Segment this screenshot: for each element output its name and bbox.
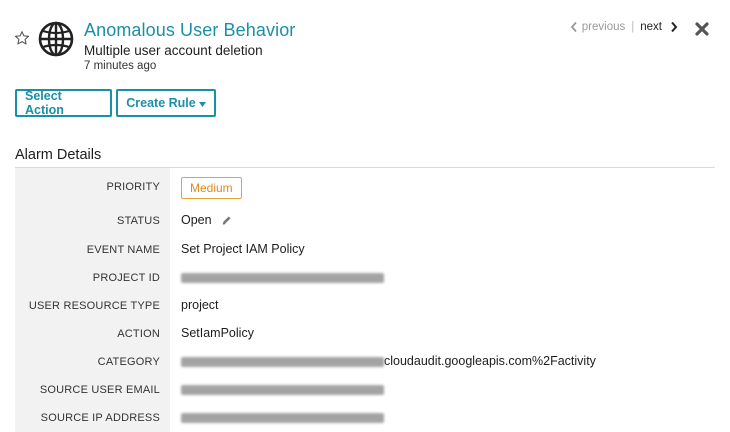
redacted-value [181,272,384,283]
priority-badge: Medium [181,177,242,199]
select-action-label: Select Action [25,89,64,117]
source-user-email-value [181,382,384,396]
next-link[interactable]: next [640,21,678,33]
priority-label: PRIORITY [106,181,160,193]
previous-label: previous [581,21,626,33]
alarm-subtitle: Multiple user account deletion [84,43,263,58]
caret-down-icon [198,102,206,107]
status-text: Open [181,213,212,227]
alarm-details-table: PRIORITY Medium STATUS Open EVENT NAME S… [15,168,715,432]
detail-row-project-id: PROJECT ID [15,263,715,291]
status-value: Open [181,213,232,227]
event-name-label: EVENT NAME [86,244,160,256]
detail-row-user-resource-type: USER RESOURCE TYPE project [15,291,715,319]
project-id-label: PROJECT ID [92,272,160,284]
detail-row-event-name: EVENT NAME Set Project IAM Policy [15,235,715,263]
detail-row-category: CATEGORY cloudaudit.googleapis.com%2Fact… [15,347,715,375]
alarm-detail-panel: Anomalous User Behavior Multiple user ac… [0,0,730,432]
globe-icon [38,21,74,57]
detail-row-priority: PRIORITY Medium [15,172,715,200]
category-label: CATEGORY [97,356,160,368]
chevron-right-icon [671,21,678,33]
detail-row-action: ACTION SetIamPolicy [15,319,715,347]
user-resource-type-value: project [181,298,219,312]
previous-link[interactable]: previous [570,21,625,33]
alarm-timestamp: 7 minutes ago [84,60,157,72]
detail-row-source-user-email: SOURCE USER EMAIL [15,375,715,403]
detail-row-status: STATUS Open [15,206,715,234]
pencil-icon[interactable] [221,215,232,226]
action-value: SetIamPolicy [181,326,254,340]
section-title: Alarm Details [15,147,102,163]
close-icon[interactable] [694,21,710,37]
redacted-value [181,356,384,367]
pager-separator: | [631,21,635,33]
category-suffix: cloudaudit.googleapis.com%2Factivity [384,354,596,368]
source-user-email-label: SOURCE USER EMAIL [39,384,160,396]
user-resource-type-label: USER RESOURCE TYPE [28,300,160,312]
source-ip-address-value [181,410,384,424]
category-value: cloudaudit.googleapis.com%2Factivity [181,354,596,368]
redacted-value [181,412,384,423]
next-label: next [640,21,662,33]
pager: previous | next [570,21,678,33]
source-ip-address-label: SOURCE IP ADDRESS [40,412,160,424]
create-rule-button[interactable]: Create Rule [116,89,216,117]
select-action-button[interactable]: Select Action [15,89,112,117]
redacted-value [181,384,384,395]
event-name-value: Set Project IAM Policy [181,242,305,256]
star-icon[interactable] [14,30,30,46]
project-id-value [181,270,384,284]
detail-row-source-ip-address: SOURCE IP ADDRESS [15,403,715,431]
status-label: STATUS [117,215,160,227]
action-label: ACTION [117,328,160,340]
create-rule-label: Create Rule [126,96,196,110]
alarm-title: Anomalous User Behavior [84,20,296,40]
chevron-left-icon [570,21,577,33]
